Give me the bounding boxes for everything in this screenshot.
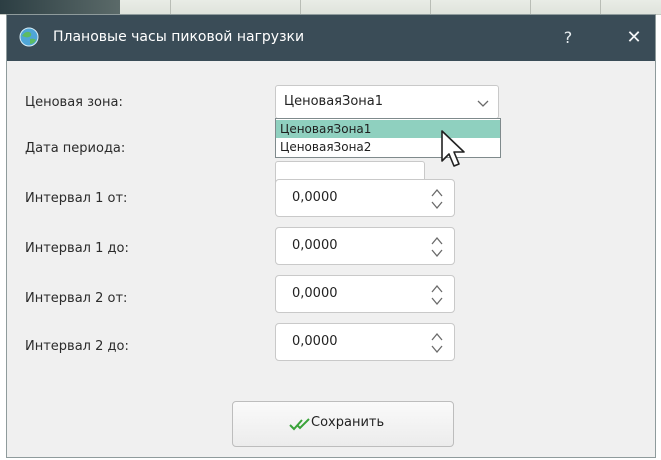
dialog-titlebar[interactable]: Плановые часы пиковой нагрузки ? ✕: [7, 15, 655, 61]
price-zone-selected-value: ЦеноваяЗона1: [284, 94, 384, 109]
spin-arrows-icon[interactable]: [430, 283, 444, 307]
spin-arrows-icon[interactable]: [430, 331, 444, 355]
price-zone-combobox[interactable]: ЦеноваяЗона1: [275, 85, 499, 119]
app-globe-icon: [19, 27, 39, 47]
close-button[interactable]: ✕: [621, 25, 647, 51]
interval2-to-label: Интервал 2 до:: [25, 339, 129, 354]
interval1-from-label: Интервал 1 от:: [25, 191, 128, 206]
interval1-to-spinbox[interactable]: 0,0000: [275, 227, 455, 265]
period-date-label: Дата периода:: [25, 141, 126, 156]
interval2-to-spinbox[interactable]: 0,0000: [275, 323, 455, 361]
dropdown-option[interactable]: ЦеноваяЗона2: [276, 138, 500, 156]
background-divider: [430, 0, 431, 14]
interval2-from-label: Интервал 2 от:: [25, 291, 128, 306]
interval1-to-value: 0,0000: [292, 238, 338, 253]
help-button[interactable]: ?: [555, 25, 581, 51]
background-divider: [300, 0, 301, 14]
chevron-down-icon[interactable]: [476, 96, 490, 110]
price-zone-dropdown-list: ЦеноваяЗона1 ЦеноваяЗона2: [275, 118, 501, 158]
background-divider: [530, 0, 531, 14]
save-button-label: Сохранить: [311, 415, 385, 430]
dropdown-option[interactable]: ЦеноваяЗона1: [276, 120, 500, 138]
interval2-from-value: 0,0000: [292, 286, 338, 301]
background-divider: [600, 0, 601, 14]
interval2-to-value: 0,0000: [292, 334, 338, 349]
background-divider: [170, 0, 171, 14]
price-zone-label: Ценовая зона:: [25, 95, 123, 110]
peak-hours-dialog: Плановые часы пиковой нагрузки ? ✕ Ценов…: [6, 14, 656, 458]
spin-arrows-icon[interactable]: [430, 235, 444, 259]
save-button[interactable]: Сохранить: [232, 401, 454, 447]
interval2-from-spinbox[interactable]: 0,0000: [275, 275, 455, 313]
interval1-to-label: Интервал 1 до:: [25, 241, 129, 256]
dialog-title: Плановые часы пиковой нагрузки: [53, 29, 305, 45]
interval1-from-spinbox[interactable]: 0,0000: [275, 179, 455, 217]
background-dark-region: [0, 0, 120, 14]
double-check-icon: [289, 418, 310, 431]
background-app-strip: [0, 0, 661, 15]
interval1-from-value: 0,0000: [292, 190, 338, 205]
spin-arrows-icon[interactable]: [430, 187, 444, 211]
